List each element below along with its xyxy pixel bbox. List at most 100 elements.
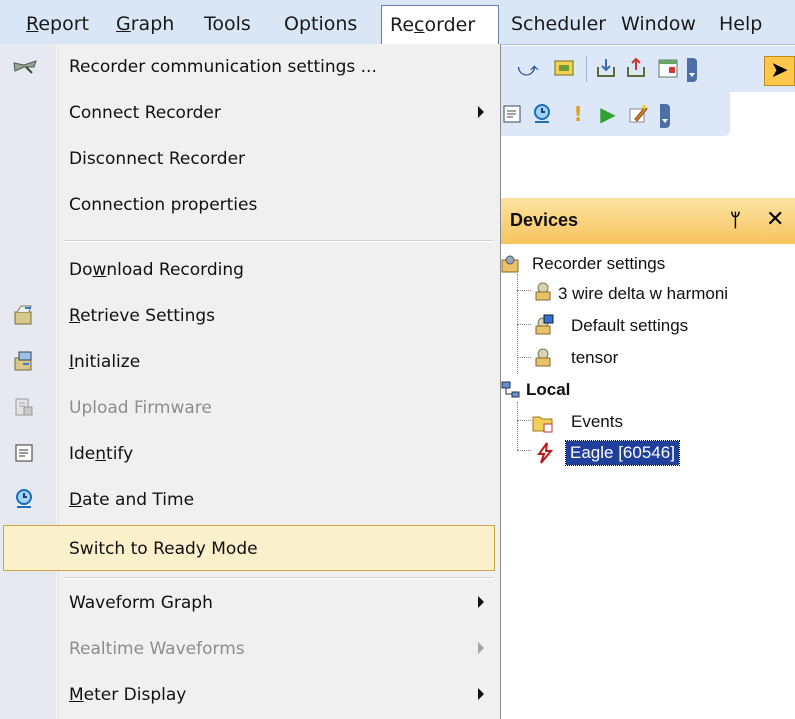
- network-local-icon: [500, 380, 520, 400]
- menu-item-label: Upload Firmware: [69, 398, 212, 418]
- menu-options-label: Options: [284, 13, 358, 35]
- menu-item-waveform-graph[interactable]: Waveform Graph: [0, 580, 500, 626]
- edit-note-icon[interactable]: [626, 102, 650, 126]
- clock-toolbar-icon[interactable]: [530, 102, 554, 126]
- tree-line: [517, 402, 518, 450]
- menu-item-switch-to-ready-mode[interactable]: Switch to Ready Mode: [3, 525, 495, 571]
- toolbar-recorder: ! ▶: [500, 92, 730, 136]
- tree-line: [517, 420, 531, 421]
- menu-help-label: Help: [719, 13, 763, 35]
- close-icon[interactable]: ✕: [766, 207, 784, 232]
- menu-item-label: Connect Recorder: [69, 103, 221, 123]
- submenu-arrow-icon: [478, 642, 484, 654]
- identify-icon: [12, 442, 36, 466]
- tree-line: [517, 290, 531, 291]
- default-settings-icon: [532, 314, 554, 335]
- menu-window-label: Window: [621, 13, 696, 35]
- import-icon[interactable]: [594, 56, 618, 80]
- recorder-dropdown-menu: Recorder communication settings ... Conn…: [0, 44, 501, 719]
- warning-icon[interactable]: !: [566, 102, 590, 126]
- menu-item-upload-firmware[interactable]: Upload Firmware: [0, 385, 500, 431]
- menu-item-label: Switch to Ready Mode: [69, 539, 258, 559]
- submenu-arrow-icon: [478, 688, 484, 700]
- menu-item-retrieve-settings[interactable]: Retrieve Settings: [0, 293, 500, 339]
- tree-line: [517, 357, 531, 358]
- menu-recorder-label-rest: order: [424, 14, 476, 36]
- menu-item-connect-recorder[interactable]: Connect Recorder: [0, 90, 500, 136]
- clock-icon: [12, 488, 36, 512]
- menu-item-label: Date and Time: [69, 490, 195, 510]
- upload-firmware-icon: [12, 396, 36, 420]
- menu-window[interactable]: Window: [613, 6, 704, 42]
- menubar: Report Graph Tools Options Recorder Sche…: [0, 0, 795, 45]
- calendar-icon[interactable]: [656, 56, 680, 80]
- menu-item-label: Connection properties: [69, 195, 258, 215]
- submenu-arrow-icon: [478, 596, 484, 608]
- menu-item-realtime-waveforms[interactable]: Realtime Waveforms: [0, 626, 500, 672]
- menu-graph-label-rest: raph: [130, 13, 175, 35]
- redo-icon[interactable]: ⤻: [516, 57, 540, 81]
- play-icon[interactable]: ▶: [596, 102, 620, 126]
- pin-icon[interactable]: ᛘ: [730, 210, 741, 231]
- menu-tools-label: Tools: [204, 13, 251, 35]
- menu-report-label-rest: eport: [38, 13, 89, 35]
- menu-item-initialize[interactable]: Initialize: [0, 339, 500, 385]
- export-icon[interactable]: [624, 56, 648, 80]
- menu-item-label: Realtime Waveforms: [69, 639, 245, 659]
- tree-node-tensor[interactable]: tensor: [571, 346, 618, 370]
- menu-recorder-label: Re: [390, 14, 415, 36]
- menu-item-label: Disconnect Recorder: [69, 149, 246, 169]
- menu-item-label: Recorder communication settings ...: [69, 57, 377, 77]
- menu-item-connection-properties[interactable]: Connection properties: [0, 182, 500, 228]
- toolbar-main: ⤻: [500, 46, 795, 92]
- menu-item-label: Download Recording: [69, 260, 244, 280]
- toolbar2-overflow-grip[interactable]: [660, 104, 670, 128]
- settings-file-icon: [532, 280, 552, 301]
- menu-item-download-recording[interactable]: Download Recording: [0, 247, 500, 293]
- pointer-tool-icon[interactable]: ➤: [764, 56, 795, 86]
- retrieve-settings-icon: [12, 304, 36, 328]
- tree-node-3-wire-delta[interactable]: 3 wire delta w harmoni: [558, 282, 728, 306]
- menu-item-communication-settings[interactable]: Recorder communication settings ...: [0, 44, 500, 90]
- menu-scheduler-label: Scheduler: [511, 13, 607, 35]
- menu-item-label: Initialize: [69, 352, 141, 372]
- settings-file-icon: [532, 346, 552, 367]
- menu-recorder[interactable]: Recorder: [381, 5, 499, 45]
- menu-report-accel: R: [26, 13, 39, 35]
- tree-line: [517, 450, 531, 451]
- menu-item-label: Identify: [69, 444, 134, 464]
- menu-help[interactable]: Help: [711, 6, 770, 42]
- toolbar-overflow-grip[interactable]: [687, 58, 697, 82]
- identify-toolbar-icon[interactable]: [500, 102, 524, 126]
- menu-item-meter-display[interactable]: Meter Display: [0, 672, 500, 718]
- menu-separator-highlight: [64, 241, 494, 242]
- menu-graph[interactable]: Graph: [108, 6, 182, 42]
- tree-node-eagle[interactable]: Eagle [60546]: [565, 440, 680, 466]
- devices-panel-header: Devices: [500, 198, 795, 244]
- menu-graph-accel: G: [116, 13, 131, 35]
- submenu-arrow-icon: [478, 106, 484, 118]
- menu-item-date-and-time[interactable]: Date and Time: [0, 477, 500, 523]
- menu-scheduler[interactable]: Scheduler: [503, 6, 614, 42]
- tree-line: [517, 324, 531, 325]
- devices-tree: Recorder settings 3 wire delta w harmoni…: [500, 252, 795, 482]
- menu-report[interactable]: Report: [18, 6, 97, 42]
- recorder-settings-icon: [500, 254, 520, 274]
- menu-tools[interactable]: Tools: [196, 6, 259, 42]
- menu-item-disconnect-recorder[interactable]: Disconnect Recorder: [0, 136, 500, 182]
- tree-node-default-settings[interactable]: Default settings: [571, 314, 688, 338]
- toolbar-separator: [586, 56, 587, 82]
- menu-item-label: Meter Display: [69, 685, 187, 705]
- menu-item-label: Waveform Graph: [69, 593, 213, 613]
- menu-recorder-accel: c: [414, 14, 425, 36]
- wrench-plug-icon: [12, 55, 37, 79]
- menu-item-identify[interactable]: Identify: [0, 431, 500, 477]
- tree-node-events[interactable]: Events: [571, 410, 623, 434]
- tree-node-local[interactable]: Local: [526, 378, 570, 402]
- menu-options[interactable]: Options: [276, 6, 365, 42]
- tree-node-recorder-settings[interactable]: Recorder settings: [532, 252, 665, 276]
- lightning-device-icon: [534, 442, 554, 464]
- menu-separator-highlight: [64, 578, 494, 579]
- save-report-icon[interactable]: [552, 56, 576, 80]
- events-folder-icon: [532, 412, 553, 433]
